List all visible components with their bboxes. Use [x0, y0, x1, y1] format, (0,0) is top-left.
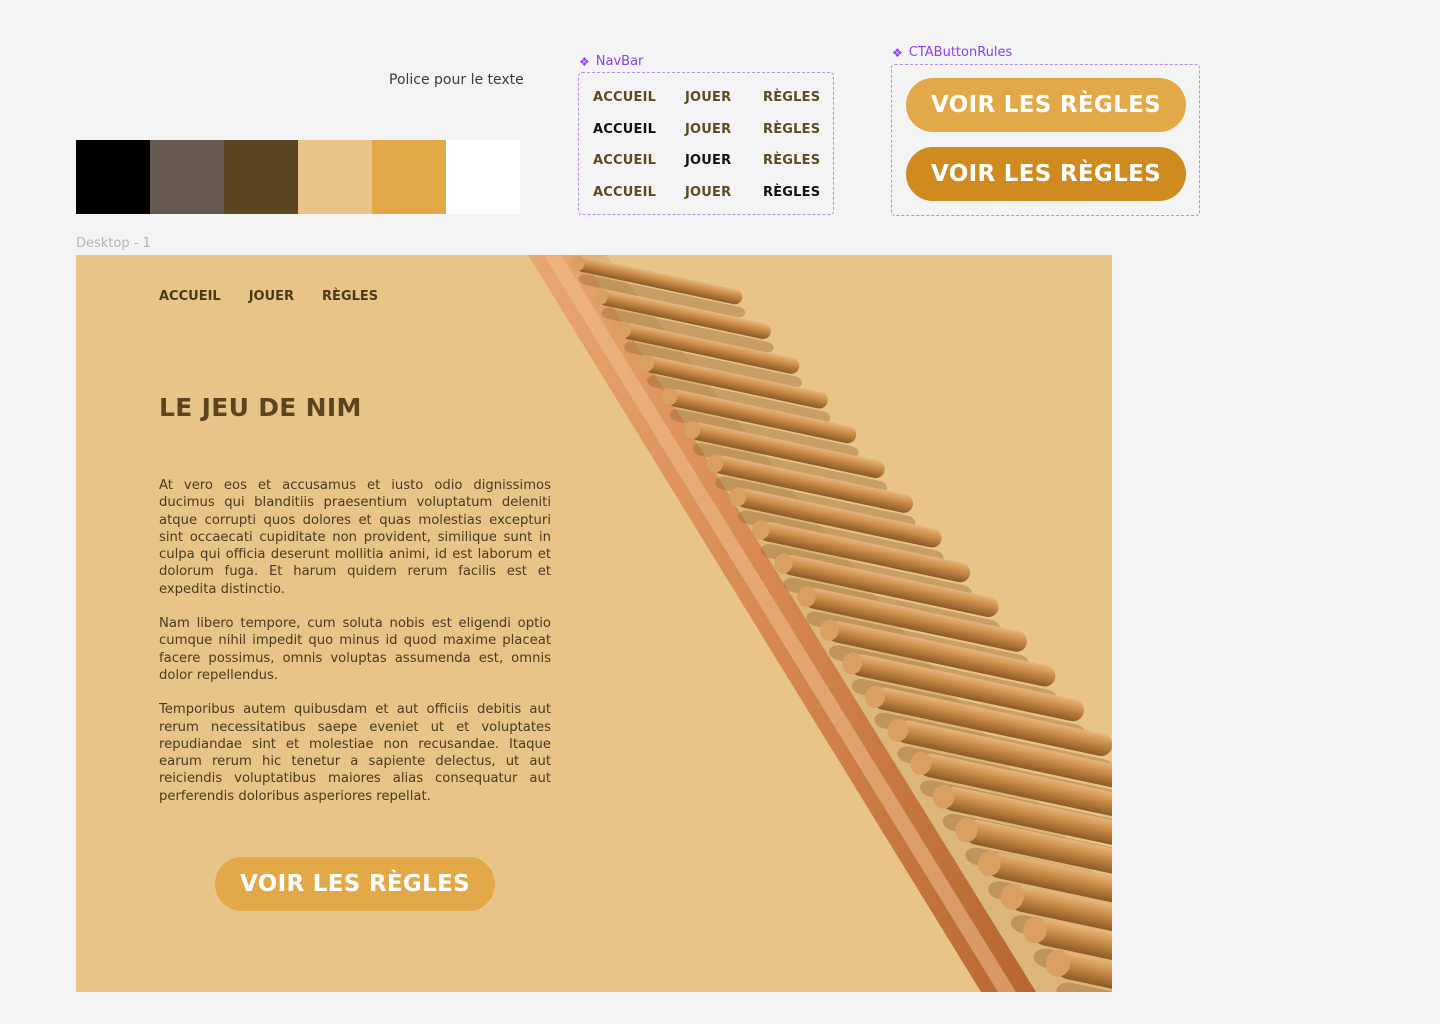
nav-link-regles[interactable]: RÈGLES	[322, 289, 378, 304]
page-title: LE JEU DE NIM	[159, 393, 362, 422]
navbar-variant[interactable]: ACCUEIL JOUER RÈGLES	[579, 177, 833, 209]
desktop-frame[interactable]: ACCUEIL JOUER RÈGLES LE JEU DE NIM At ve…	[76, 255, 1112, 992]
desktop-navbar: ACCUEIL JOUER RÈGLES	[159, 289, 378, 304]
color-swatch	[150, 140, 224, 214]
navbar-variant-item[interactable]: JOUER	[685, 153, 731, 168]
navbar-variant-item[interactable]: ACCUEIL	[593, 185, 656, 200]
navbar-variant-item[interactable]: JOUER	[685, 90, 731, 105]
nav-link-jouer[interactable]: JOUER	[249, 289, 294, 304]
color-palette	[76, 140, 520, 214]
paragraph: Nam libero tempore, cum soluta nobis est…	[159, 616, 551, 683]
navbar-variant[interactable]: ACCUEIL JOUER RÈGLES	[579, 114, 833, 146]
color-swatch	[224, 140, 298, 214]
voir-regles-button[interactable]: VOIR LES RÈGLES	[215, 857, 495, 911]
navbar-variant-item[interactable]: RÈGLES	[763, 90, 820, 105]
navbar-variant[interactable]: ACCUEIL JOUER RÈGLES	[579, 145, 833, 177]
cta-variant-hover[interactable]: VOIR LES RÈGLES	[906, 147, 1186, 201]
color-swatch	[76, 140, 150, 214]
component-diamond-icon: ❖	[892, 45, 903, 60]
frame-label[interactable]: Desktop - 1	[76, 236, 151, 251]
paragraph: Temporibus autem quibusdam et aut offici…	[159, 702, 551, 804]
navbar-variant-item[interactable]: ACCUEIL	[593, 153, 656, 168]
component-diamond-icon: ❖	[579, 54, 590, 69]
cta-component[interactable]: VOIR LES RÈGLES VOIR LES RÈGLES	[891, 64, 1200, 216]
font-note: Police pour le texte	[389, 72, 524, 88]
navbar-variant-item[interactable]: RÈGLES	[763, 153, 820, 168]
color-swatch	[298, 140, 372, 214]
cta-component-name: CTAButtonRules	[908, 45, 1013, 60]
color-swatch	[372, 140, 446, 214]
navbar-variant[interactable]: ACCUEIL JOUER RÈGLES	[579, 82, 833, 114]
nav-link-accueil[interactable]: ACCUEIL	[159, 289, 221, 304]
cta-component-label[interactable]: ❖ CTAButtonRules	[892, 45, 1012, 60]
intro-text: At vero eos et accusamus et iusto odio d…	[159, 477, 551, 822]
navbar-component-name: NavBar	[595, 54, 644, 69]
navbar-variant-item[interactable]: JOUER	[685, 185, 731, 200]
paragraph: At vero eos et accusamus et iusto odio d…	[159, 478, 551, 597]
navbar-component-label[interactable]: ❖ NavBar	[579, 54, 643, 69]
navbar-variant-item[interactable]: ACCUEIL	[593, 90, 656, 105]
cta-variant-default[interactable]: VOIR LES RÈGLES	[906, 78, 1186, 132]
color-swatch	[446, 140, 520, 214]
navbar-variant-item[interactable]: RÈGLES	[763, 185, 820, 200]
navbar-variant-item[interactable]: RÈGLES	[763, 122, 820, 137]
navbar-variant-item[interactable]: JOUER	[685, 122, 731, 137]
navbar-component[interactable]: ACCUEIL JOUER RÈGLES ACCUEIL JOUER RÈGLES ACCU…	[578, 72, 834, 215]
navbar-variant-item[interactable]: ACCUEIL	[593, 122, 656, 137]
